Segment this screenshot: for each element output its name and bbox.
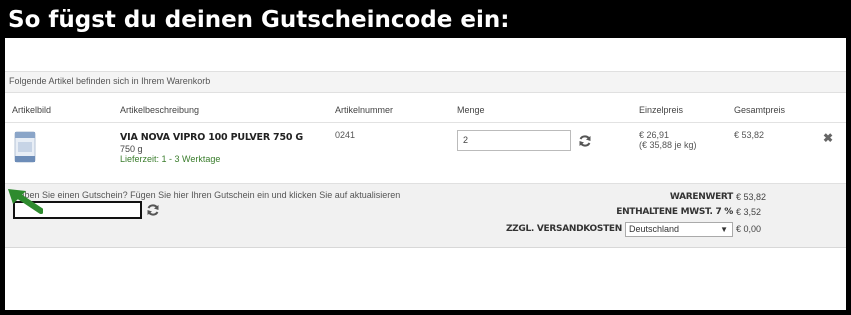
cart-header: Folgende Artikel befinden sich in Ihrem …	[5, 71, 846, 93]
close-icon[interactable]: ✖	[823, 131, 833, 145]
cart-header-text: Folgende Artikel befinden sich in Ihrem …	[9, 76, 211, 86]
unit-price: € 26,91	[639, 130, 670, 140]
product-name[interactable]: VIA NOVA VIPRO 100 PULVER 750 G	[120, 132, 303, 143]
column-header-image: Artikelbild	[12, 105, 52, 115]
column-header-unit-price: Einzelpreis	[639, 105, 684, 115]
column-header-article-number: Artikelnummer	[335, 105, 394, 115]
column-header-total-price: Gesamtpreis	[734, 105, 786, 115]
article-number: 0241	[335, 130, 356, 140]
product-weight: 750 g	[120, 144, 143, 154]
arrow-icon	[8, 189, 43, 214]
delivery-time: Lieferzeit: 1 - 3 Werktage	[120, 154, 221, 164]
vat-value: € 3,52	[736, 207, 762, 217]
shipping-value: € 0,00	[736, 224, 762, 234]
vat-label: ENTHALTENE MWST. 7 %	[616, 207, 733, 217]
shipping-label: ZZGL. VERSANDKOSTEN	[505, 224, 622, 234]
column-header-description: Artikelbeschreibung	[120, 105, 200, 115]
shipping-country-value: Deutschland	[629, 224, 680, 234]
chevron-down-icon: ▼	[720, 225, 728, 234]
header-divider	[5, 122, 846, 123]
quantity-input[interactable]: 2	[457, 130, 571, 151]
product-image[interactable]	[12, 130, 38, 164]
goods-value: € 53,82	[736, 192, 767, 202]
shipping-country-select[interactable]: Deutschland ▼	[625, 222, 733, 237]
voucher-hint: Haben Sie einen Gutschein? Fügen Sie hie…	[13, 190, 401, 200]
unit-price-per-kg: (€ 35,88 je kg)	[639, 140, 697, 150]
total-price: € 53,82	[734, 130, 765, 140]
column-header-quantity: Menge	[457, 105, 485, 115]
banner-title: So fügst du deinen Gutscheincode ein:	[8, 7, 510, 33]
goods-value-label: WARENWERT	[669, 192, 733, 202]
cart-footer: Haben Sie einen Gutschein? Fügen Sie hie…	[5, 183, 846, 248]
refresh-voucher-icon[interactable]	[146, 203, 160, 217]
refresh-icon[interactable]	[578, 134, 592, 148]
cart-panel: Folgende Artikel befinden sich in Ihrem …	[5, 38, 846, 310]
